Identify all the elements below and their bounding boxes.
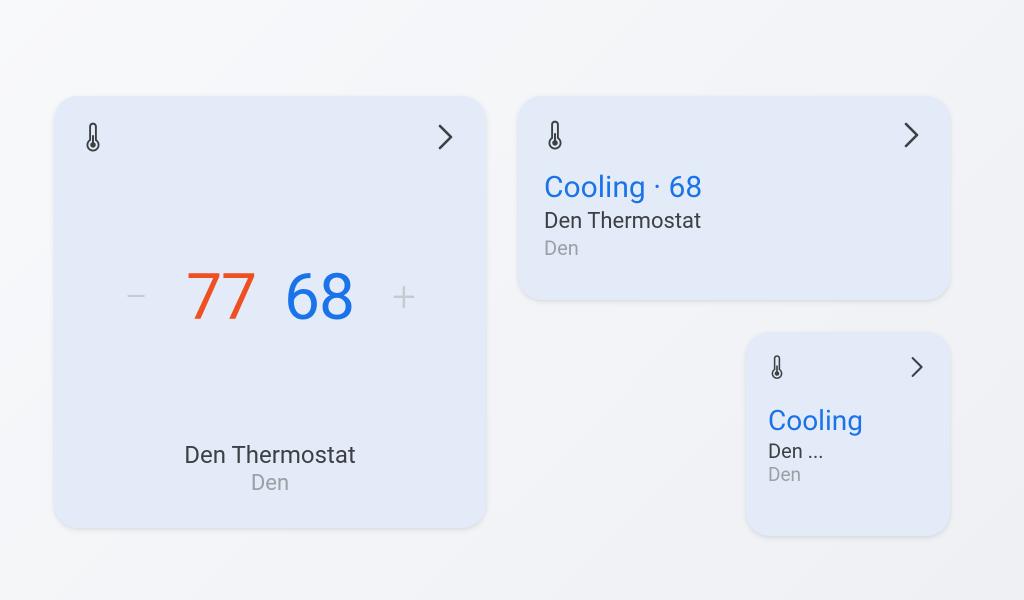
device-name: Den Thermostat <box>544 209 924 234</box>
chevron-right-icon[interactable] <box>900 118 924 152</box>
card-header <box>82 120 458 154</box>
temperature-controls: − 77 68 + <box>82 154 458 441</box>
card-footer: Den Thermostat Den <box>82 441 458 504</box>
cool-setpoint: 68 <box>284 260 354 335</box>
increase-button[interactable]: + <box>382 273 426 322</box>
device-name: Den ... <box>768 439 928 463</box>
card-header <box>768 352 928 382</box>
heat-setpoint: 77 <box>186 260 256 335</box>
room-name: Den <box>768 463 928 486</box>
status-line: Cooling <box>768 404 928 437</box>
thermometer-icon <box>768 353 786 381</box>
room-name: Den <box>544 236 924 260</box>
status-line: Cooling · 68 <box>544 170 924 205</box>
thermometer-icon <box>82 120 104 154</box>
thermostat-card-medium[interactable]: Cooling · 68 Den Thermostat Den <box>518 96 950 300</box>
chevron-right-icon[interactable] <box>434 120 458 154</box>
chevron-right-icon[interactable] <box>907 352 928 382</box>
device-name: Den Thermostat <box>82 441 458 469</box>
room-name: Den <box>82 471 458 496</box>
decrease-button[interactable]: − <box>114 273 158 322</box>
thermostat-card-small[interactable]: Cooling Den ... Den <box>746 332 950 536</box>
thermometer-icon <box>544 118 566 152</box>
thermostat-card-large[interactable]: − 77 68 + Den Thermostat Den <box>54 96 486 528</box>
card-header <box>544 118 924 152</box>
